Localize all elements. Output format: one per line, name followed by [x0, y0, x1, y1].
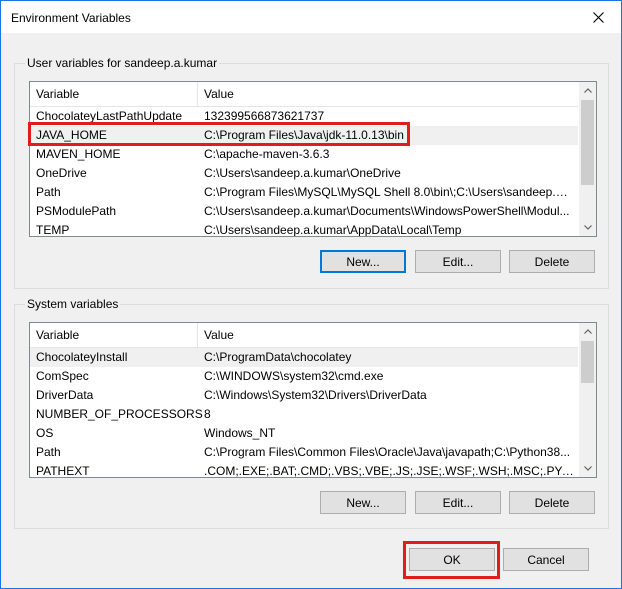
variable-name: ComSpec — [36, 369, 89, 383]
title-bar: Environment Variables — [1, 1, 621, 33]
variable-value: C:\Users\sandeep.a.kumar\AppData\Local\T… — [204, 223, 462, 237]
chevron-up-icon — [583, 88, 592, 93]
variable-name: ChocolateyInstall — [36, 350, 128, 364]
scroll-down-button[interactable] — [579, 460, 596, 477]
variable-value: C:\Users\sandeep.a.kumar\OneDrive — [204, 166, 401, 180]
cancel-button[interactable]: Cancel — [503, 548, 589, 571]
variable-value: Windows_NT — [204, 426, 276, 440]
table-row[interactable]: PATHEXT .COM;.EXE;.BAT;.CMD;.VBS;.VBE;.J… — [30, 462, 578, 478]
table-row-selected[interactable]: JAVA_HOME C:\Program Files\Java\jdk-11.0… — [30, 126, 578, 145]
table-row[interactable]: PSModulePath C:\Users\sandeep.a.kumar\Do… — [30, 202, 578, 221]
table-row[interactable]: NUMBER_OF_PROCESSORS 8 — [30, 405, 578, 424]
table-row[interactable]: ComSpec C:\WINDOWS\system32\cmd.exe — [30, 367, 578, 386]
variable-value: C:\Users\sandeep.a.kumar\Documents\Windo… — [204, 204, 570, 218]
variable-name: DriverData — [36, 388, 94, 402]
table-row[interactable]: ChocolateyLastPathUpdate 132399566873621… — [30, 107, 578, 126]
variable-name: Path — [36, 185, 61, 199]
variable-value: C:\ProgramData\chocolatey — [204, 350, 352, 364]
scroll-up-button[interactable] — [579, 82, 596, 99]
variable-value: C:\Windows\System32\Drivers\DriverData — [204, 388, 427, 402]
variable-name: OS — [36, 426, 54, 440]
variable-value: 8 — [204, 407, 211, 421]
variable-name: Path — [36, 445, 61, 459]
table-row[interactable]: MAVEN_HOME C:\apache-maven-3.6.3 — [30, 145, 578, 164]
close-icon — [592, 11, 604, 23]
variable-name: PATHEXT — [36, 464, 90, 478]
variable-value: .COM;.EXE;.BAT;.CMD;.VBS;.VBE;.JS;.JSE;.… — [204, 464, 574, 478]
variable-name: MAVEN_HOME — [36, 147, 121, 161]
list-header: Variable Value — [30, 323, 578, 348]
user-variables-list[interactable]: Variable Value ChocolateyLastPathUpdate … — [29, 81, 597, 237]
variable-name: JAVA_HOME — [36, 128, 107, 142]
system-variables-list[interactable]: Variable Value ChocolateyInstall C:\Prog… — [29, 322, 597, 478]
variable-name: PSModulePath — [36, 204, 117, 218]
scrollbar-thumb[interactable] — [581, 100, 594, 185]
variable-value: C:\Program Files\Java\jdk-11.0.13\bin — [204, 128, 404, 142]
table-row[interactable]: OS Windows_NT — [30, 424, 578, 443]
variable-name: OneDrive — [36, 166, 87, 180]
column-header-variable[interactable]: Variable — [36, 328, 79, 342]
table-row[interactable]: Path C:\Program Files\MySQL\MySQL Shell … — [30, 183, 578, 202]
column-header-variable[interactable]: Variable — [36, 87, 79, 101]
close-button[interactable] — [575, 1, 621, 33]
table-row[interactable]: DriverData C:\Windows\System32\Drivers\D… — [30, 386, 578, 405]
user-edit-button[interactable]: Edit... — [415, 250, 501, 273]
chevron-up-icon — [583, 329, 592, 334]
scroll-down-button[interactable] — [579, 219, 596, 236]
list-header: Variable Value — [30, 82, 578, 107]
variable-name: NUMBER_OF_PROCESSORS — [36, 407, 203, 421]
variable-value: C:\Program Files\Common Files\Oracle\Jav… — [204, 445, 571, 459]
variable-name: TEMP — [36, 223, 70, 237]
variable-value: C:\apache-maven-3.6.3 — [204, 147, 330, 161]
user-delete-button[interactable]: Delete — [509, 250, 595, 273]
table-row[interactable]: Path C:\Program Files\Common Files\Oracl… — [30, 443, 578, 462]
ok-button[interactable]: OK — [409, 548, 495, 571]
table-row[interactable]: TEMP C:\Users\sandeep.a.kumar\AppData\Lo… — [30, 221, 578, 237]
column-header-value[interactable]: Value — [204, 87, 234, 101]
vertical-scrollbar[interactable] — [579, 82, 596, 236]
vertical-scrollbar[interactable] — [579, 323, 596, 477]
user-variables-group: User variables for sandeep.a.kumar Varia… — [14, 56, 609, 289]
system-edit-button[interactable]: Edit... — [415, 491, 501, 514]
variable-value: C:\WINDOWS\system32\cmd.exe — [204, 369, 384, 383]
system-delete-button[interactable]: Delete — [509, 491, 595, 514]
user-variables-label: User variables for sandeep.a.kumar — [25, 56, 220, 70]
variable-value: C:\Program Files\MySQL\MySQL Shell 8.0\b… — [204, 185, 574, 199]
system-variables-group: System variables Variable Value Chocolat… — [14, 297, 609, 529]
environment-variables-dialog: Environment Variables User variables for… — [0, 0, 622, 589]
chevron-down-icon — [583, 225, 592, 230]
column-divider[interactable] — [197, 82, 198, 106]
scrollbar-thumb[interactable] — [581, 341, 594, 383]
scroll-up-button[interactable] — [579, 323, 596, 340]
variable-value: 132399566873621737 — [204, 109, 325, 123]
column-header-value[interactable]: Value — [204, 328, 234, 342]
user-new-button[interactable]: New... — [320, 250, 406, 273]
chevron-down-icon — [583, 466, 592, 471]
window-title: Environment Variables — [11, 11, 131, 25]
variable-name: ChocolateyLastPathUpdate — [36, 109, 183, 123]
table-row[interactable]: OneDrive C:\Users\sandeep.a.kumar\OneDri… — [30, 164, 578, 183]
system-variables-label: System variables — [25, 297, 121, 311]
column-divider[interactable] — [197, 323, 198, 347]
table-row-selected[interactable]: ChocolateyInstall C:\ProgramData\chocola… — [30, 348, 578, 367]
system-new-button[interactable]: New... — [320, 491, 406, 514]
